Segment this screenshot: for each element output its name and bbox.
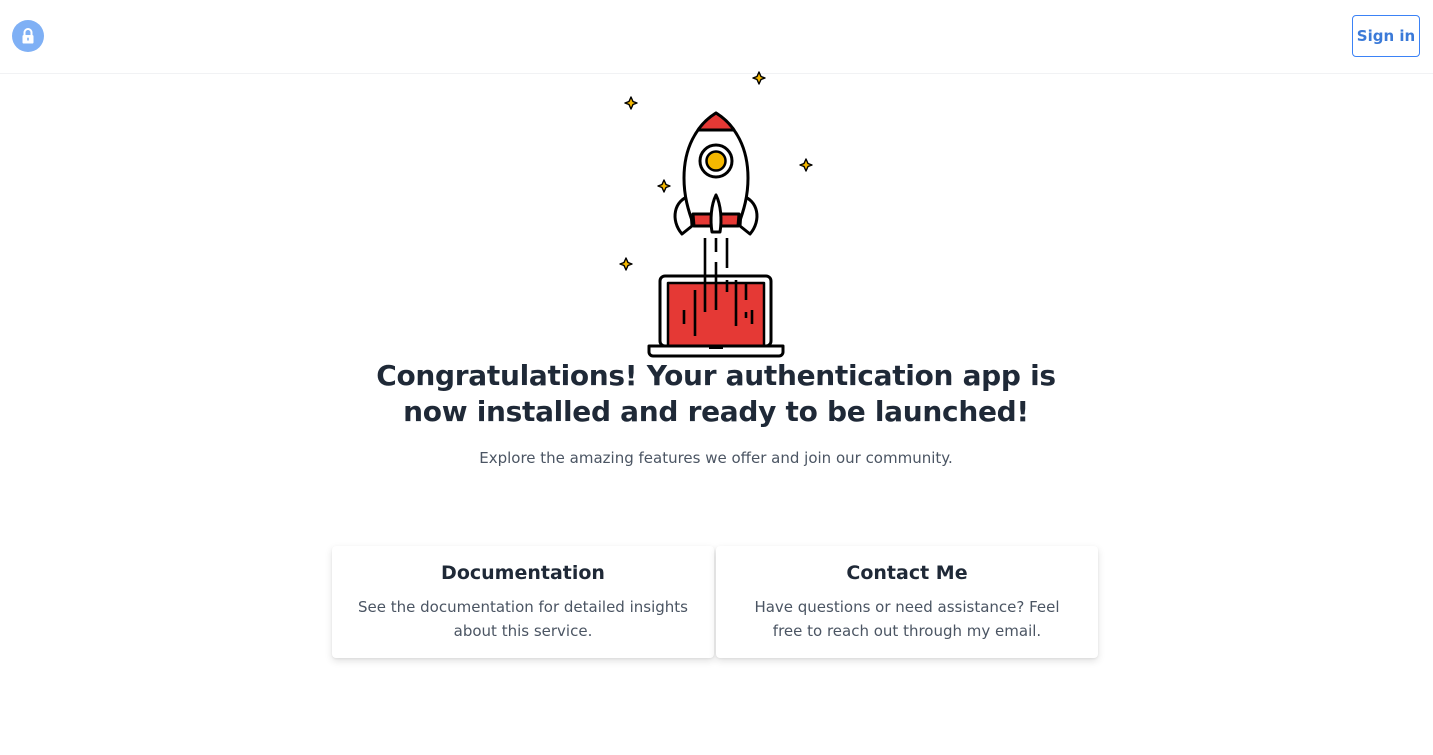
documentation-card[interactable]: Documentation See the documentation for … — [332, 546, 714, 658]
star-icon — [752, 71, 766, 85]
star-icon — [657, 179, 671, 193]
sign-in-button[interactable]: Sign in — [1352, 15, 1420, 57]
card-text: Have questions or need assistance? Feel … — [754, 598, 1060, 640]
card-title: Documentation — [441, 562, 605, 584]
star-icon — [799, 158, 813, 172]
lock-icon[interactable] — [12, 20, 44, 52]
rocket-launch-illustration — [619, 71, 813, 358]
rocket-icon — [673, 111, 759, 236]
contact-card[interactable]: Contact Me Have questions or need assist… — [716, 546, 1098, 658]
card-title: Contact Me — [846, 562, 968, 584]
top-bar: Sign in — [0, 0, 1433, 74]
card-text: See the documentation for detailed insig… — [358, 598, 688, 640]
star-icon — [619, 257, 633, 271]
star-icon — [624, 96, 638, 110]
page-subtitle: Explore the amazing features we offer an… — [479, 449, 953, 467]
page-title: Congratulations! Your authentication app… — [376, 359, 1056, 428]
